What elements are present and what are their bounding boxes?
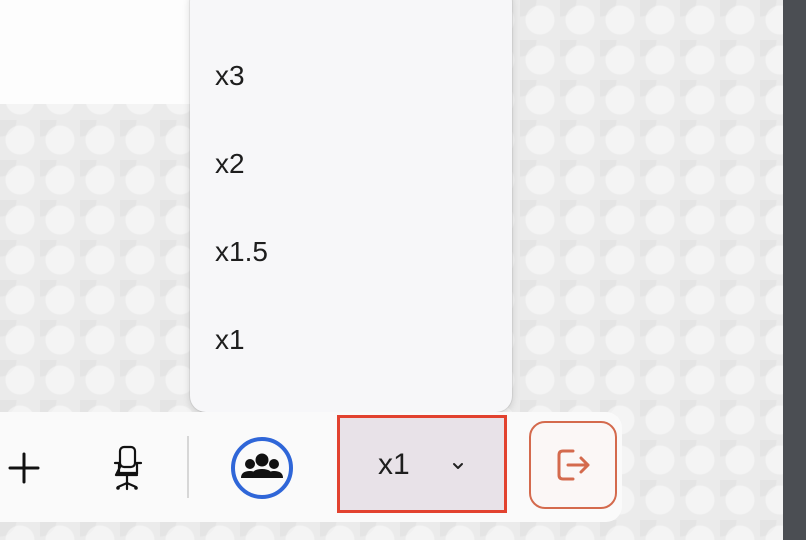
chevron-down-icon xyxy=(450,460,466,472)
participants-button[interactable] xyxy=(230,436,294,500)
speed-dropdown-menu: x3 x2 x1.5 x1 xyxy=(190,0,512,412)
speed-select-dropdown[interactable]: x1 xyxy=(337,415,507,513)
speed-select-value: x1 xyxy=(378,448,410,481)
exit-arrow-icon xyxy=(551,443,595,487)
bottom-toolbar: x1 xyxy=(0,412,622,522)
speed-option-x1[interactable]: x1 xyxy=(215,322,475,358)
right-edge-panel xyxy=(783,0,806,540)
toolbar-divider xyxy=(187,436,189,498)
exit-button[interactable] xyxy=(529,421,617,509)
plus-icon xyxy=(7,451,41,485)
speed-option-x1-5[interactable]: x1.5 xyxy=(215,234,475,270)
speed-option-x3[interactable]: x3 xyxy=(215,58,475,94)
office-chair-icon xyxy=(106,445,148,491)
users-group-icon xyxy=(230,436,294,500)
add-button[interactable] xyxy=(4,448,44,488)
seat-button[interactable] xyxy=(104,444,150,492)
speed-option-x2[interactable]: x2 xyxy=(215,146,475,182)
top-content-panel xyxy=(0,0,200,104)
